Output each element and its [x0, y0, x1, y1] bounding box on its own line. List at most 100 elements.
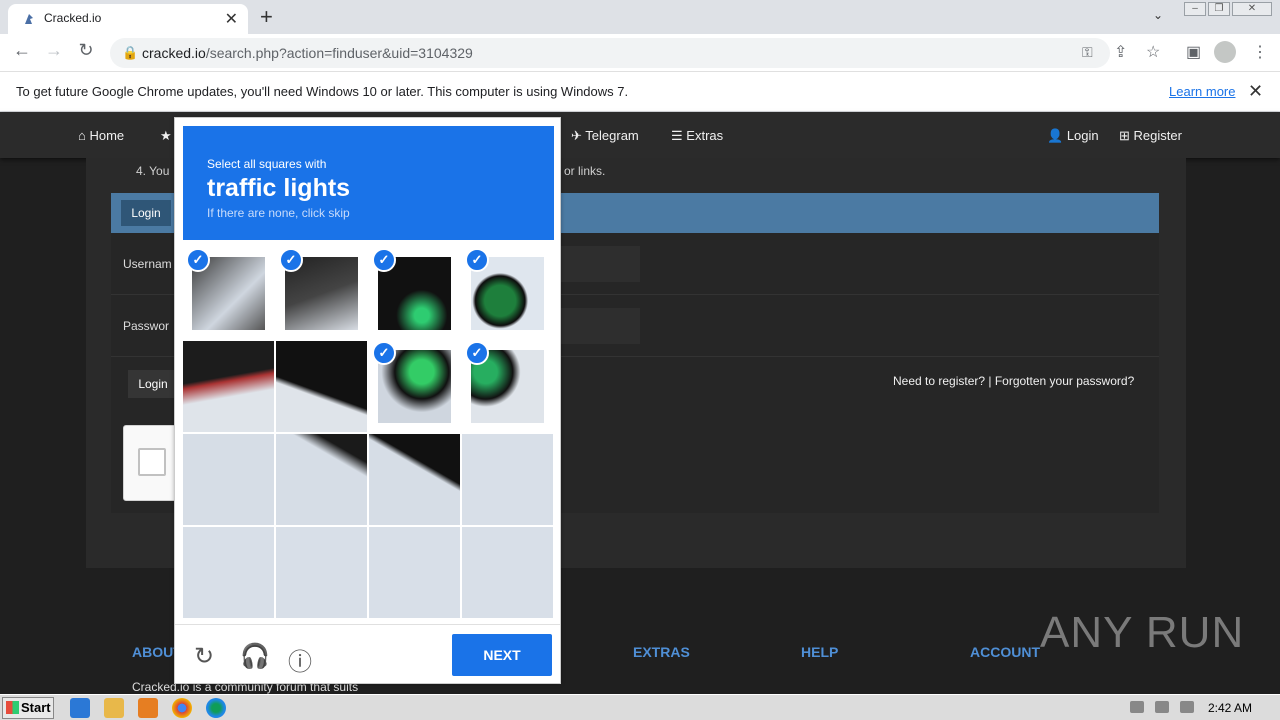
share-icon[interactable]: ⇪ [1114, 42, 1127, 62]
username-input[interactable] [560, 246, 640, 282]
lock-icon: 🔒 [122, 45, 139, 60]
ie-icon[interactable] [70, 698, 90, 718]
captcha-tile[interactable] [276, 434, 367, 525]
footer-extras: EXTRAS [633, 644, 690, 660]
start-button[interactable]: Start [2, 697, 54, 719]
captcha-tile[interactable] [183, 341, 274, 432]
tile-image [462, 434, 553, 525]
captcha-tile[interactable]: ✓ [276, 248, 367, 339]
key-icon[interactable]: ⚿ [1082, 44, 1093, 61]
new-tab-icon[interactable]: + [260, 4, 273, 30]
captcha-tile[interactable] [183, 527, 274, 618]
chrome-icon[interactable] [172, 698, 192, 718]
tile-image [183, 527, 274, 618]
network-icon[interactable] [1155, 701, 1169, 713]
footer-help: HELP [801, 644, 839, 660]
nav-login[interactable]: 👤 Login [1047, 128, 1099, 144]
captcha-tile[interactable] [276, 527, 367, 618]
login-tab[interactable]: Login [121, 200, 171, 226]
captcha-tile[interactable]: ✓ [183, 248, 274, 339]
challenge-target: traffic lights [207, 174, 351, 202]
nav-register[interactable]: ⊞ Register [1119, 128, 1182, 144]
tab-strip: Cracked.io ✕ + ⌄ – ❐ ✕ [0, 0, 1280, 34]
reload-icon[interactable]: ↻ [74, 40, 98, 61]
profile-avatar[interactable] [1214, 41, 1236, 63]
cracked-favicon-icon [25, 14, 33, 24]
captcha-tile[interactable]: ✓ [369, 248, 460, 339]
tile-image [369, 527, 460, 618]
tile-image [276, 434, 367, 525]
star-icon[interactable]: ★ [160, 128, 172, 144]
audio-challenge-icon[interactable]: 🎧 [240, 642, 270, 671]
bookmark-star-icon[interactable]: ☆ [1146, 42, 1160, 62]
infobar-close-icon[interactable]: ✕ [1248, 81, 1263, 102]
menu-dots-icon[interactable]: ⋮ [1252, 42, 1268, 62]
explorer-icon[interactable] [104, 698, 124, 718]
taskbar-clock: 2:42 AM [1208, 701, 1253, 715]
maximize-icon[interactable]: ❐ [1208, 2, 1230, 16]
close-window-icon[interactable]: ✕ [1232, 2, 1272, 16]
footer-account: ACCOUNT [970, 644, 1040, 660]
recaptcha-challenge: Select all squares with traffic lights I… [174, 117, 561, 684]
back-icon[interactable]: ← [10, 40, 34, 61]
captcha-tile[interactable]: ✓ [462, 248, 553, 339]
captcha-tile[interactable] [462, 434, 553, 525]
browser-toolbar: ← → ↻ 🔒 cracked.io/search.php?action=fin… [0, 34, 1280, 72]
username-label: Usernam [123, 257, 172, 271]
media-player-icon[interactable] [138, 698, 158, 718]
captcha-tile[interactable]: ✓ [462, 341, 553, 432]
url-text: cracked.io/search.php?action=finduser&ui… [142, 45, 473, 61]
challenge-header: Select all squares with traffic lights I… [183, 126, 554, 240]
next-button[interactable]: NEXT [452, 634, 552, 676]
nav-extras[interactable]: ☰ Extras [671, 128, 723, 144]
selected-check-icon: ✓ [372, 341, 396, 365]
selected-check-icon: ✓ [465, 248, 489, 272]
captcha-tile[interactable]: ✓ [369, 341, 460, 432]
tile-image [276, 341, 367, 432]
nav-home[interactable]: ⌂ Home [78, 128, 124, 143]
flag-icon[interactable] [1180, 701, 1194, 713]
nav-telegram[interactable]: ✈ Telegram [571, 128, 639, 144]
captcha-tile[interactable] [369, 527, 460, 618]
selected-check-icon: ✓ [279, 248, 303, 272]
volume-icon[interactable] [1130, 701, 1144, 713]
captcha-tile[interactable] [276, 341, 367, 432]
windows-taskbar: Start 2:42 AM [0, 694, 1280, 720]
tab-search-icon[interactable]: ⌄ [1153, 8, 1163, 22]
edge-icon[interactable] [206, 698, 226, 718]
tab-close-icon[interactable]: ✕ [225, 9, 238, 29]
tab-title: Cracked.io [44, 11, 102, 25]
challenge-grid: ✓ ✓ ✓ ✓ ✓ ✓ [183, 248, 554, 618]
selected-check-icon: ✓ [186, 248, 210, 272]
reload-challenge-icon[interactable]: ↻ [194, 642, 214, 671]
captcha-tile[interactable] [183, 434, 274, 525]
tile-image [462, 527, 553, 618]
tile-image [183, 341, 274, 432]
address-bar[interactable]: 🔒 cracked.io/search.php?action=finduser&… [110, 38, 1110, 68]
rule-text: 4. You [136, 164, 170, 178]
update-infobar: To get future Google Chrome updates, you… [0, 72, 1280, 112]
password-input[interactable] [560, 308, 640, 344]
challenge-instruction: Select all squares with [207, 157, 327, 171]
minimize-icon[interactable]: – [1184, 2, 1206, 16]
anyrun-watermark: ANY RUN [1040, 608, 1245, 657]
selected-check-icon: ✓ [372, 248, 396, 272]
captcha-tile[interactable] [462, 527, 553, 618]
register-links[interactable]: Need to register? | Forgotten your passw… [893, 374, 1134, 388]
learn-more-link[interactable]: Learn more [1169, 84, 1235, 99]
tile-image [369, 434, 460, 525]
captcha-tile[interactable] [369, 434, 460, 525]
side-panel-icon[interactable]: ▣ [1186, 42, 1201, 62]
selected-check-icon: ✓ [465, 341, 489, 365]
windows-logo-icon [6, 701, 19, 714]
forward-icon[interactable]: → [42, 40, 66, 61]
password-label: Passwor [123, 319, 170, 333]
login-button[interactable]: Login [128, 370, 178, 398]
recaptcha-checkbox[interactable] [138, 448, 166, 476]
rule-text-end: or links. [564, 164, 606, 178]
challenge-footer: ↻ 🎧 ⓘ NEXT [175, 624, 560, 684]
tile-image [276, 527, 367, 618]
tile-image [183, 434, 274, 525]
info-icon[interactable]: ⓘ [288, 642, 312, 677]
browser-tab[interactable]: Cracked.io ✕ [8, 4, 248, 34]
